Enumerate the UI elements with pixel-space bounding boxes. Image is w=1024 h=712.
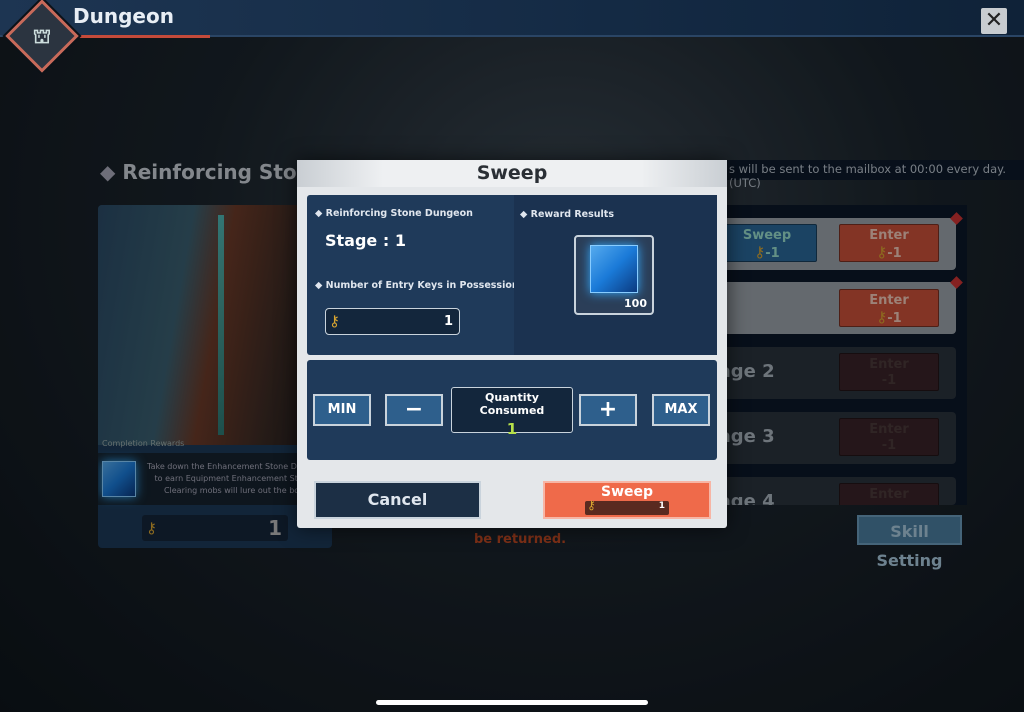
sweep-dialog: Sweep Reinforcing Stone Dungeon Stage : …	[297, 160, 727, 528]
dungeon-label: Reinforcing Stone Dungeon	[315, 208, 473, 219]
quantity-panel: MIN − Quantity Consumed 1 + MAX	[307, 360, 717, 460]
sweep-cost-value: 1	[658, 501, 665, 511]
quantity-value: 1	[506, 420, 518, 438]
info-panel: Reinforcing Stone Dungeon Stage : 1 Numb…	[307, 195, 717, 355]
cancel-button[interactable]: Cancel	[314, 481, 481, 519]
minus-button[interactable]: −	[385, 394, 443, 426]
key-icon: ⚷	[587, 498, 596, 512]
max-button[interactable]: MAX	[652, 394, 710, 426]
home-indicator[interactable]	[376, 700, 648, 705]
quantity-label: Quantity Consumed	[479, 391, 545, 417]
keys-value-box: ⚷ 1	[325, 308, 460, 335]
sweep-button[interactable]: Sweep ⚷ 1	[543, 481, 711, 519]
page-title: Dungeon	[73, 4, 174, 28]
reward-panel: Reward Results 100	[514, 195, 717, 355]
reward-label: Reward Results	[520, 209, 614, 220]
reward-item[interactable]: 100	[574, 235, 654, 315]
min-button[interactable]: MIN	[313, 394, 371, 426]
sweep-label: Sweep	[600, 484, 654, 500]
reward-count: 100	[624, 297, 647, 310]
plus-button[interactable]: +	[579, 394, 637, 426]
sweep-cost: ⚷ 1	[585, 498, 669, 515]
dialog-title: Sweep	[297, 160, 727, 187]
keys-value: 1	[443, 314, 453, 329]
key-icon: ⚷	[329, 312, 340, 330]
keys-label: Number of Entry Keys in Possession	[315, 280, 519, 291]
header-accent	[70, 35, 210, 38]
reinforcing-stone-icon	[590, 245, 638, 293]
close-button[interactable]: ✕	[981, 8, 1007, 34]
quantity-display: Quantity Consumed 1	[451, 387, 573, 438]
stage-value: Stage : 1	[325, 231, 406, 250]
